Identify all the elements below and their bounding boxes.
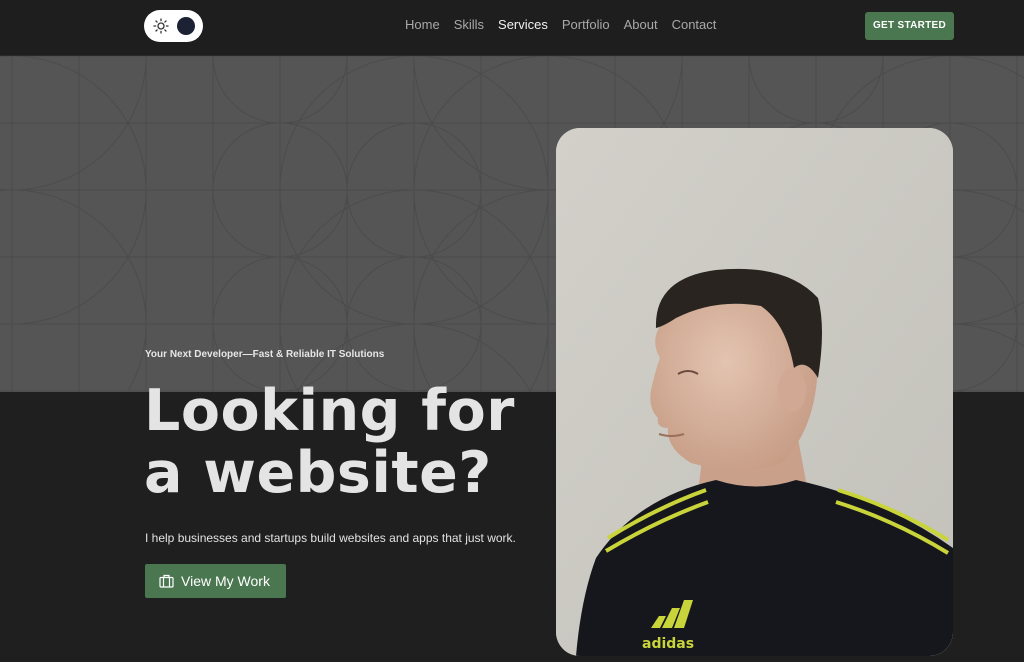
get-started-button[interactable]: GET STARTED (865, 12, 954, 40)
sun-icon (153, 18, 169, 34)
top-navigation: Home Skills Services Portfolio About Contact … (0, 0, 1024, 56)
headline-line-1: Looking for (144, 378, 515, 444)
hero-subtitle: I help businesses and startups build web… (145, 531, 516, 545)
main-menu: Home Skills Services Portfolio About Contact (405, 17, 730, 33)
hero-tagline: Your Next Developer—Fast & Reliable IT S… (145, 349, 385, 360)
nav-link-about[interactable]: About (624, 17, 658, 33)
nav-link-home[interactable]: Home (405, 17, 440, 33)
view-my-work-label: View My Work (181, 573, 270, 589)
toggle-knob (177, 17, 195, 35)
view-my-work-button[interactable]: View My Work (145, 564, 286, 598)
hero-headline: Looking for a website? (144, 380, 515, 504)
briefcase-icon (159, 574, 174, 588)
headline-line-2: a website? (144, 440, 492, 506)
nav-link-services[interactable]: Services (498, 17, 548, 33)
nav-link-contact[interactable]: Contact (672, 17, 717, 33)
nav-link-skills[interactable]: Skills (454, 17, 484, 33)
theme-toggle[interactable] (144, 10, 203, 42)
profile-photo: adidas (556, 128, 953, 656)
shirt-logo-text: adidas (642, 636, 694, 652)
nav-link-portfolio[interactable]: Portfolio (562, 17, 610, 33)
portrait-illustration: adidas (556, 128, 953, 656)
